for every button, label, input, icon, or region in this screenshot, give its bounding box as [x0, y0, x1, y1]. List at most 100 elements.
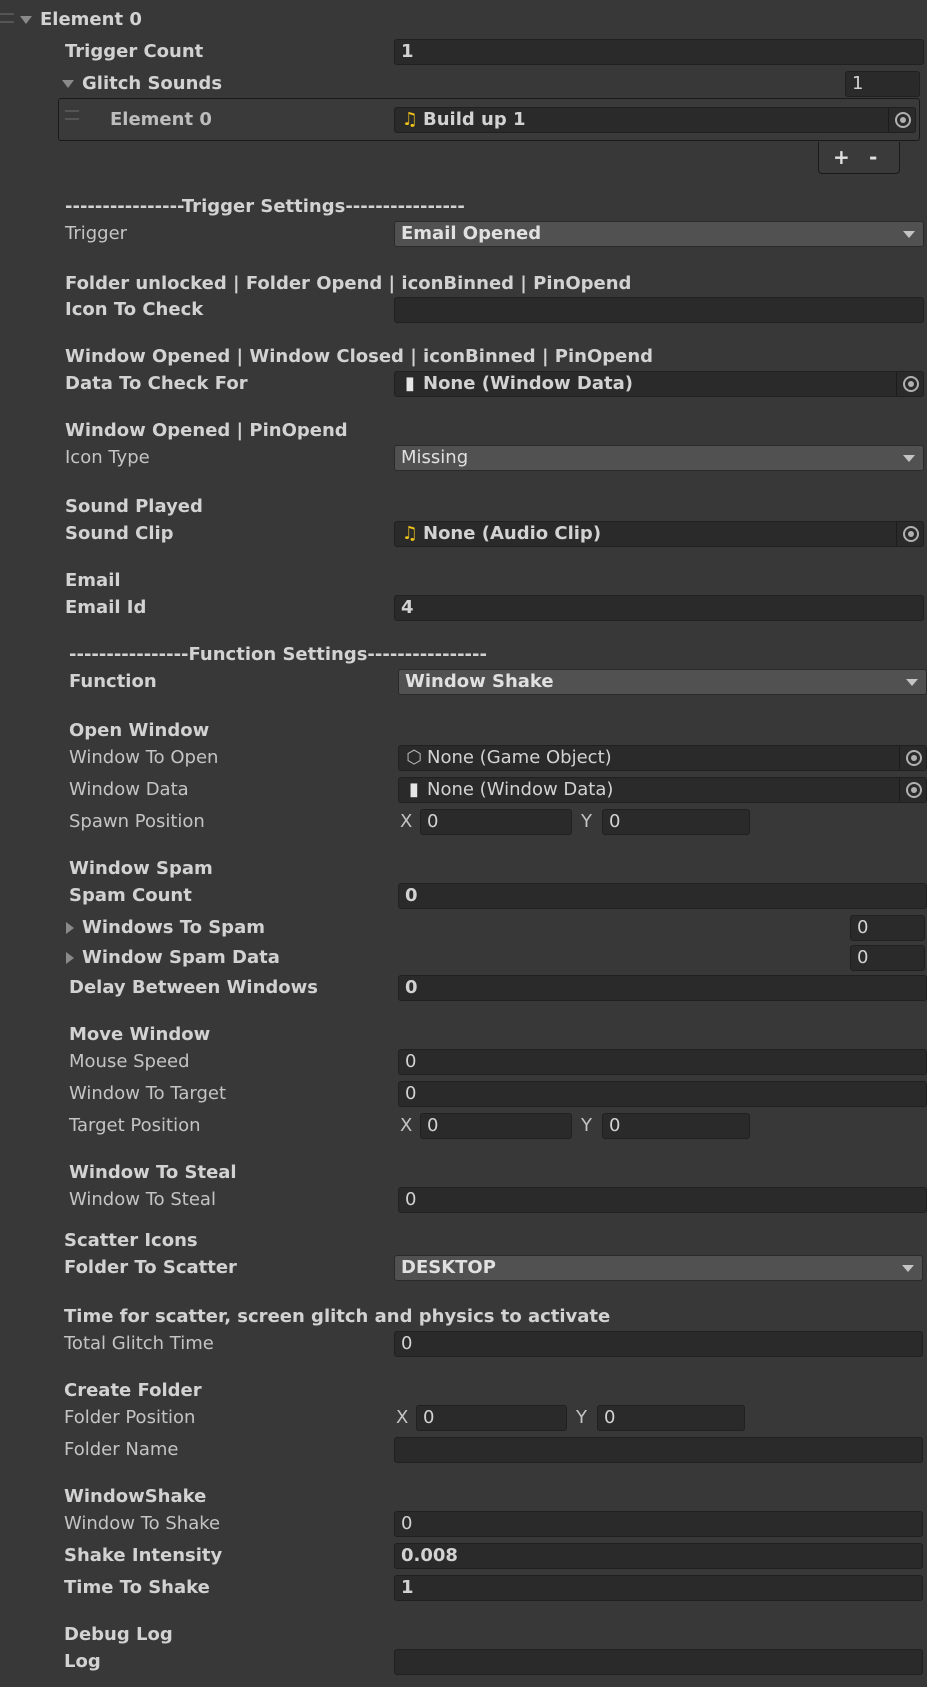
trigger-count-field[interactable]: 1 — [394, 39, 924, 65]
window-spam-data-size[interactable]: 0 — [850, 945, 925, 971]
audio-clip-field[interactable]: ♫ Build up 1 — [394, 107, 916, 133]
drag-handle-icon[interactable] — [0, 13, 14, 23]
function-value: Window Shake — [405, 671, 554, 692]
debug-log-header: Debug Log — [64, 1624, 173, 1645]
chevron-right-icon — [66, 952, 74, 964]
glitch-sounds-size-field[interactable]: 1 — [845, 71, 920, 97]
target-x-label: X — [400, 1115, 413, 1136]
shake-intensity-field[interactable]: 0.008 — [394, 1543, 923, 1569]
sound-clip-value: None (Audio Clip) — [423, 523, 602, 544]
function-label: Function — [69, 671, 157, 692]
open-window-header: Open Window — [69, 720, 210, 741]
chevron-down-icon — [902, 1265, 914, 1272]
function-settings-header: ----------------Function Settings-------… — [69, 644, 487, 665]
target-y-label: Y — [581, 1115, 592, 1136]
spawn-y-field[interactable]: 0 — [602, 809, 750, 835]
move-window-header: Move Window — [69, 1024, 211, 1045]
folder-x-field[interactable]: 0 — [416, 1405, 567, 1431]
data-to-check-label: Data To Check For — [65, 373, 248, 394]
picker-separator — [896, 522, 897, 546]
folder-y-field[interactable]: 0 — [597, 1405, 745, 1431]
chevron-down-icon — [20, 16, 32, 24]
delay-field[interactable]: 0 — [398, 975, 927, 1001]
drag-handle-icon[interactable] — [65, 110, 79, 120]
windows-to-spam-size[interactable]: 0 — [850, 915, 925, 941]
picker-separator — [888, 108, 889, 132]
chevron-down-icon — [62, 80, 74, 88]
remove-element-button[interactable]: - — [869, 145, 877, 169]
list-footer: + - — [818, 142, 900, 174]
folder-to-scatter-value: DESKTOP — [401, 1257, 496, 1278]
total-glitch-time-label: Total Glitch Time — [64, 1333, 214, 1354]
element-label: Element 0 — [40, 9, 142, 30]
trigger-settings-header: ----------------Trigger Settings--------… — [65, 196, 465, 217]
spawn-y-label: Y — [581, 811, 592, 832]
folder-y-label: Y — [576, 1407, 587, 1428]
object-picker-icon[interactable] — [906, 782, 922, 798]
icon-type-section-header: Window Opened | PinOpend — [65, 420, 348, 441]
trigger-label: Trigger — [65, 223, 128, 244]
folder-name-field[interactable] — [394, 1437, 923, 1463]
window-to-target-field[interactable]: 0 — [398, 1081, 927, 1107]
window-data-value: None (Window Data) — [427, 779, 614, 800]
icon-type-dropdown[interactable]: Missing — [394, 445, 924, 471]
data-to-check-value: None (Window Data) — [423, 373, 633, 394]
function-dropdown[interactable]: Window Shake — [398, 669, 927, 695]
window-to-shake-field[interactable]: 0 — [394, 1511, 923, 1537]
object-picker-icon[interactable] — [906, 750, 922, 766]
windows-to-spam-foldout[interactable]: Windows To Spam — [66, 915, 265, 941]
glitch-sounds-label: Glitch Sounds — [82, 73, 223, 94]
folder-section-header: Folder unlocked | Folder Opend | iconBin… — [65, 273, 632, 294]
spawn-position-label: Spawn Position — [69, 811, 205, 832]
document-icon: ▮ — [409, 779, 419, 800]
data-to-check-field[interactable]: ▮ None (Window Data) — [394, 371, 924, 397]
folder-to-scatter-dropdown[interactable]: DESKTOP — [394, 1255, 923, 1281]
icon-to-check-field[interactable] — [394, 297, 924, 323]
spawn-x-field[interactable]: 0 — [420, 809, 572, 835]
window-to-open-value: None (Game Object) — [427, 747, 612, 768]
time-to-shake-label: Time To Shake — [64, 1577, 210, 1598]
log-field[interactable] — [394, 1649, 923, 1675]
glitch-sounds-list: Element 0 ♫ Build up 1 — [58, 98, 920, 141]
object-picker-icon[interactable] — [903, 376, 919, 392]
sound-clip-field[interactable]: ♫ None (Audio Clip) — [394, 521, 924, 547]
target-y-field[interactable]: 0 — [602, 1113, 750, 1139]
scatter-icons-header: Scatter Icons — [64, 1230, 198, 1251]
total-glitch-time-field[interactable]: 0 — [394, 1331, 923, 1357]
document-icon: ▮ — [405, 373, 415, 394]
glitch-sounds-foldout[interactable]: Glitch Sounds — [62, 71, 222, 97]
email-section-header: Email — [65, 570, 121, 591]
object-picker-icon[interactable] — [903, 526, 919, 542]
target-x-field[interactable]: 0 — [420, 1113, 572, 1139]
spam-count-field[interactable]: 0 — [398, 883, 927, 909]
window-data-label: Window Data — [69, 779, 189, 800]
mouse-speed-label: Mouse Speed — [69, 1051, 190, 1072]
add-element-button[interactable]: + — [833, 145, 850, 169]
email-id-field[interactable]: 4 — [394, 595, 924, 621]
window-section-header: Window Opened | Window Closed | iconBinn… — [65, 346, 654, 367]
icon-type-label: Icon Type — [65, 447, 150, 468]
trigger-dropdown[interactable]: Email Opened — [394, 221, 924, 247]
cube-icon: ⬡ — [406, 747, 422, 768]
window-shake-header: WindowShake — [64, 1486, 207, 1507]
window-to-open-field[interactable]: ⬡ None (Game Object) — [398, 745, 927, 771]
folder-to-scatter-label: Folder To Scatter — [64, 1257, 237, 1278]
folder-name-label: Folder Name — [64, 1439, 179, 1460]
folder-x-label: X — [396, 1407, 409, 1428]
window-data-field[interactable]: ▮ None (Window Data) — [398, 777, 927, 803]
window-spam-data-foldout[interactable]: Window Spam Data — [66, 945, 280, 971]
picker-separator — [899, 746, 900, 770]
window-to-steal-field[interactable]: 0 — [398, 1187, 927, 1213]
chevron-down-icon — [903, 455, 915, 462]
trigger-value: Email Opened — [401, 223, 542, 244]
time-to-shake-field[interactable]: 1 — [394, 1575, 923, 1601]
trigger-count-label: Trigger Count — [65, 41, 204, 62]
mouse-speed-field[interactable]: 0 — [398, 1049, 927, 1075]
window-spam-header: Window Spam — [69, 858, 213, 879]
object-picker-icon[interactable] — [895, 112, 911, 128]
window-to-target-label: Window To Target — [69, 1083, 227, 1104]
spam-count-label: Spam Count — [69, 885, 192, 906]
icon-to-check-label: Icon To Check — [65, 299, 204, 320]
audio-clip-value: Build up 1 — [423, 109, 526, 130]
element-foldout[interactable]: Element 0 — [20, 7, 142, 33]
